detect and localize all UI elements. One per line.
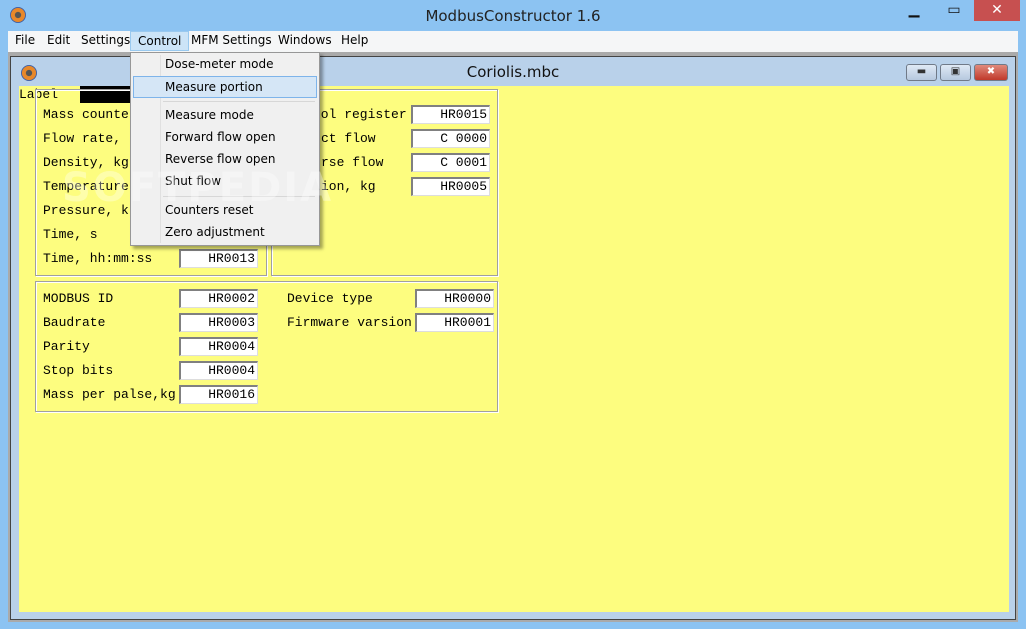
baudrate-field[interactable]: HR0003 bbox=[179, 313, 258, 332]
menu-mfm-settings[interactable]: MFM Settings bbox=[184, 31, 279, 51]
flow-rate-label: Flow rate, bbox=[43, 131, 122, 146]
menu-windows[interactable]: Windows bbox=[271, 31, 339, 51]
menu-item-forward-flow-open[interactable]: Forward flow open bbox=[133, 127, 317, 149]
parity-field[interactable]: HR0004 bbox=[179, 337, 258, 356]
close-button[interactable]: ✕ bbox=[974, 0, 1020, 21]
maximize-button[interactable]: ▭ bbox=[938, 0, 970, 21]
baudrate-label: Baudrate bbox=[43, 315, 106, 330]
device-type-field[interactable]: HR0000 bbox=[415, 289, 494, 308]
app-titlebar: ModbusConstructor 1.6 ▁ ▭ ✕ bbox=[0, 0, 1026, 31]
control-register-field[interactable]: HR0015 bbox=[411, 105, 490, 124]
minimize-button[interactable]: ▁ bbox=[898, 0, 930, 21]
modbus-id-label: MODBUS ID bbox=[43, 291, 114, 306]
menu-item-zero-adjustment[interactable]: Zero adjustment bbox=[133, 222, 317, 244]
menu-help[interactable]: Help bbox=[334, 31, 375, 51]
child-minimize-button[interactable]: ▬ bbox=[906, 64, 937, 81]
portion-field[interactable]: HR0005 bbox=[411, 177, 490, 196]
direct-flow-label: ct flow bbox=[321, 131, 376, 146]
mass-per-pulse-field[interactable]: HR0016 bbox=[179, 385, 258, 404]
menubar: File Edit Settings Control MFM Settings … bbox=[8, 31, 1018, 52]
reverse-flow-field[interactable]: C 0001 bbox=[411, 153, 490, 172]
time-hms-label: Time, hh:mm:ss bbox=[43, 251, 153, 266]
stop-bits-label: Stop bits bbox=[43, 363, 114, 378]
mass-counter-label: Mass counte bbox=[43, 107, 129, 122]
time-s-label: Time, s bbox=[43, 227, 98, 242]
child-close-button[interactable]: ✖ bbox=[974, 64, 1008, 81]
menu-settings[interactable]: Settings bbox=[74, 31, 137, 51]
modbus-id-field[interactable]: HR0002 bbox=[179, 289, 258, 308]
menu-item-measure-mode[interactable]: Measure mode bbox=[133, 105, 317, 127]
child-restore-button[interactable]: ▣ bbox=[940, 64, 971, 81]
device-type-label: Device type bbox=[287, 291, 373, 306]
menu-file[interactable]: File bbox=[8, 31, 42, 51]
parity-label: Parity bbox=[43, 339, 90, 354]
menu-control[interactable]: Control bbox=[130, 31, 190, 51]
firmware-version-field[interactable]: HR0001 bbox=[415, 313, 494, 332]
control-register-label: rol register bbox=[313, 107, 407, 122]
stop-bits-field[interactable]: HR0004 bbox=[179, 361, 258, 380]
control-dropdown-menu: Dose-meter mode Measure portion Measure … bbox=[130, 52, 320, 246]
direct-flow-field[interactable]: C 0000 bbox=[411, 129, 490, 148]
watermark: SOFTPEDIA bbox=[62, 165, 334, 211]
time-hms-field[interactable]: HR0013 bbox=[179, 249, 258, 268]
menu-item-measure-portion[interactable]: Measure portion bbox=[133, 76, 317, 98]
firmware-version-label: Firmware varsion bbox=[287, 315, 412, 330]
mass-per-pulse-label: Mass per palse,kg bbox=[43, 387, 176, 402]
menu-item-dose-meter-mode[interactable]: Dose-meter mode bbox=[133, 54, 317, 76]
app-title: ModbusConstructor 1.6 bbox=[425, 7, 601, 25]
menu-edit[interactable]: Edit bbox=[40, 31, 77, 51]
